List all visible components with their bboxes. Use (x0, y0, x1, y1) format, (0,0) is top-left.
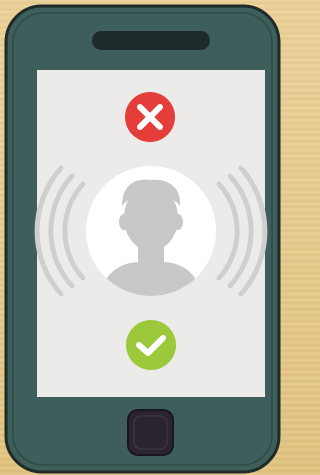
home-button[interactable] (127, 409, 174, 456)
scene (0, 0, 285, 475)
accept-button-circle (126, 320, 176, 370)
decline-call-button[interactable] (125, 92, 175, 142)
accept-call-button[interactable] (126, 320, 176, 370)
phone-illustration (4, 4, 281, 474)
speaker-grille (92, 31, 210, 50)
